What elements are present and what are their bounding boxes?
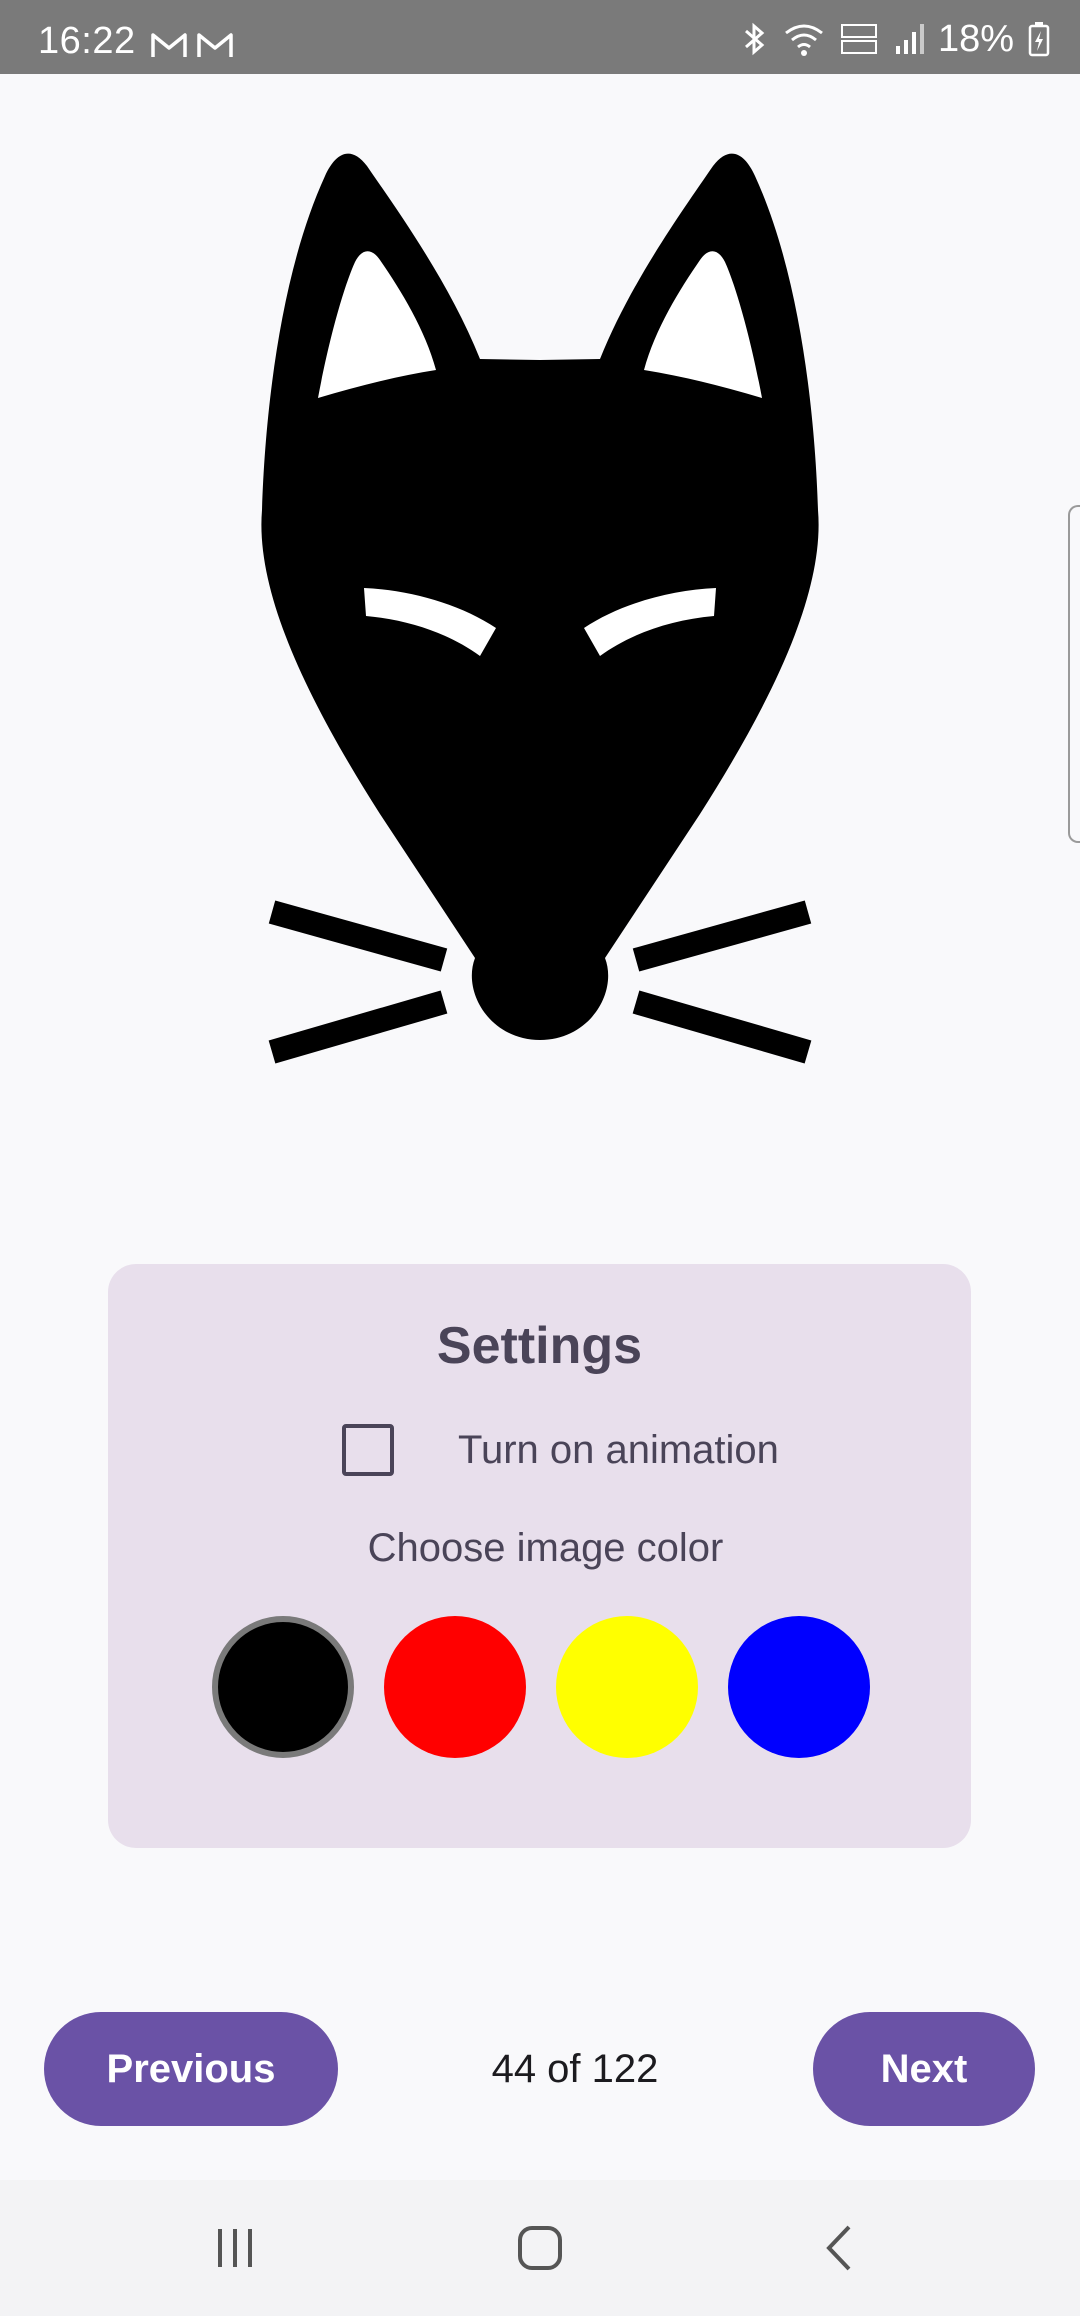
edge-panel-handle[interactable] (1068, 505, 1080, 843)
wifi-icon (785, 24, 823, 56)
home-icon[interactable] (505, 2180, 575, 2316)
gmail-icon (151, 33, 187, 57)
system-navigation-bar (0, 2180, 1080, 2316)
color-swatch-yellow[interactable] (556, 1616, 698, 1758)
volte-icon (840, 24, 877, 54)
settings-card: Settings Turn on animation Choose image … (108, 1264, 971, 1848)
settings-title: Settings (436, 1317, 643, 1375)
animation-toggle-row[interactable]: Turn on animation (342, 1424, 779, 1476)
pagination-bar: Previous 44 of 122 Next (0, 2012, 1080, 2126)
gmail-icon (197, 33, 233, 57)
next-button[interactable]: Next (813, 2012, 1035, 2126)
animation-label: Turn on animation (458, 1428, 779, 1472)
status-bar: 16:22 18% (0, 0, 1080, 74)
battery-charging-icon (1028, 22, 1050, 57)
color-swatch-black[interactable] (212, 1616, 354, 1758)
back-icon[interactable] (805, 2180, 875, 2316)
status-right: 18% (740, 20, 1050, 58)
color-picker-label: Choose image color (367, 1526, 724, 1570)
color-swatches (212, 1616, 870, 1758)
bluetooth-icon (744, 22, 765, 56)
color-swatch-blue[interactable] (728, 1616, 870, 1758)
cat-face-icon (261, 153, 819, 1064)
signal-icon (895, 24, 924, 54)
recent-apps-icon[interactable] (200, 2180, 270, 2316)
color-swatch-red[interactable] (384, 1616, 526, 1758)
page-indicator: 44 of 122 (491, 2046, 659, 2091)
notification-icons (150, 30, 234, 60)
animation-checkbox[interactable] (342, 1424, 394, 1476)
status-time: 16:22 (38, 20, 136, 62)
battery-percent: 18% (937, 18, 1014, 60)
previous-button[interactable]: Previous (44, 2012, 338, 2126)
